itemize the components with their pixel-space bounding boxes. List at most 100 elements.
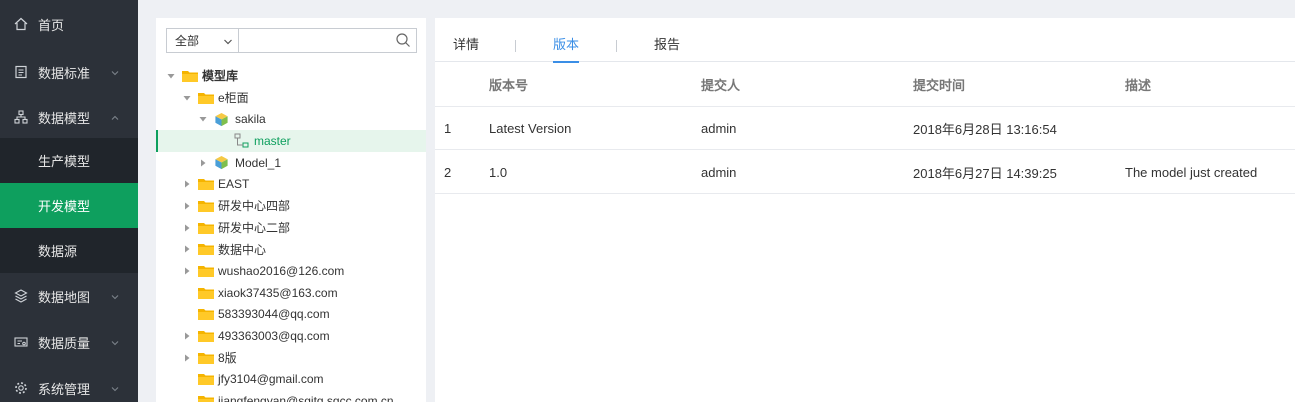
nav-production-model[interactable]: 生产模型 [0, 138, 138, 183]
caret-right-icon[interactable] [182, 266, 192, 276]
tree-node[interactable]: 8版 [156, 347, 426, 369]
header-submit-time: 提交时间 [913, 78, 966, 93]
row-submit-time: 2018年6月28日 13:16:54 [913, 121, 1057, 137]
tree-node[interactable]: jfy3104@gmail.com [156, 369, 426, 391]
row-index: 1 [444, 120, 452, 136]
chevron-down-icon [110, 290, 120, 300]
model-cube-icon [214, 112, 235, 127]
tree-node-label: jfy3104@gmail.com [218, 372, 324, 387]
tree-node-label: 数据中心 [218, 242, 267, 257]
caret-down-icon[interactable] [182, 93, 192, 103]
tree-node[interactable]: e柜面 [156, 87, 426, 109]
tree-node-label: e柜面 [218, 91, 249, 106]
row-submitter: admin [701, 164, 737, 180]
row-submitter: admin [701, 120, 737, 136]
tree-node[interactable]: jiangfengyan@sgitg.sgcc.com.cn [156, 390, 426, 402]
folder-icon [198, 352, 218, 364]
nav-system-management[interactable]: 系统管理 [0, 365, 138, 402]
header-submitter: 提交人 [701, 78, 741, 93]
tree-node[interactable]: wushao2016@126.com [156, 260, 426, 282]
caret-right-icon[interactable] [182, 179, 192, 189]
tree-node[interactable]: EAST [156, 173, 426, 195]
folder-icon [182, 70, 202, 82]
version-content-panel: 详情 版本 报告 版本号 提交人 提交时间 描述 1 Latest Versio… [435, 18, 1295, 402]
chevron-down-icon [223, 36, 233, 46]
caret-right-icon[interactable] [182, 331, 192, 341]
nav-data-source[interactable]: 数据源 [0, 228, 138, 273]
tree-node-label: jiangfengyan@sgitg.sgcc.com.cn [218, 394, 394, 402]
table-row[interactable]: 2 1.0 admin 2018年6月27日 14:39:25 The mode… [435, 151, 1295, 194]
tab-divider [616, 40, 617, 52]
document-icon [14, 65, 28, 79]
row-description: The model just created [1125, 164, 1258, 180]
tree-node-label: master [254, 133, 291, 148]
caret-right-icon[interactable] [198, 158, 208, 168]
header-version: 版本号 [489, 78, 529, 93]
folder-icon [198, 395, 218, 402]
model-tree-panel: 全部 模型库 e柜面 sakila master Model_1 EAST 研发中心四部 研发… [156, 18, 426, 402]
folder-icon [198, 287, 218, 299]
tab-details[interactable]: 详情 [453, 18, 479, 62]
tree-node[interactable]: master [156, 130, 426, 152]
nav-data-standard[interactable]: 数据标准 [0, 48, 138, 96]
nav-data-source-label: 数据源 [38, 244, 78, 259]
caret-right-icon[interactable] [182, 353, 192, 363]
tree-node-label: 研发中心二部 [218, 221, 291, 236]
tree-search-input[interactable] [238, 28, 417, 53]
nav-data-quality-label: 数据质量 [38, 335, 91, 351]
folder-icon [198, 222, 218, 234]
caret-right-icon[interactable] [182, 244, 192, 254]
nav-system-management-label: 系统管理 [38, 381, 91, 397]
tree-node-label: EAST [218, 177, 250, 192]
tree-search-bar: 全部 [166, 28, 417, 53]
tab-report[interactable]: 报告 [654, 18, 680, 62]
nav-home-label: 首页 [38, 17, 65, 33]
nav-data-map-label: 数据地图 [38, 289, 91, 305]
nav-data-standard-label: 数据标准 [38, 65, 91, 81]
tree-node[interactable]: 研发中心二部 [156, 217, 426, 239]
folder-icon [198, 330, 218, 343]
tree-node[interactable]: 数据中心 [156, 239, 426, 261]
tree-node-label: 研发中心四部 [218, 199, 291, 214]
nav-data-map[interactable]: 数据地图 [0, 273, 138, 319]
version-table-header: 版本号 提交人 提交时间 描述 [435, 63, 1295, 107]
nav-data-model[interactable]: 数据模型 [0, 96, 138, 138]
org-chart-icon [14, 110, 28, 124]
tree-node[interactable]: sakila [156, 108, 426, 130]
branch-icon [234, 133, 254, 149]
nav-data-quality[interactable]: 数据质量 [0, 319, 138, 365]
tree-node[interactable]: 583393044@qq.com [156, 304, 426, 326]
model-cube-icon [214, 155, 235, 170]
caret-down-icon[interactable] [166, 71, 176, 81]
home-icon [14, 17, 28, 31]
folder-icon [198, 178, 218, 191]
folder-icon [198, 265, 218, 278]
nav-development-model[interactable]: 开发模型 [0, 183, 138, 228]
model-tree: 模型库 e柜面 sakila master Model_1 EAST 研发中心四部 研发中心二… [156, 65, 426, 402]
folder-icon [198, 373, 218, 386]
scope-select[interactable]: 全部 [166, 28, 238, 53]
tree-node[interactable]: Model_1 [156, 152, 426, 174]
tree-node-label: Model_1 [235, 155, 282, 170]
nav-home[interactable]: 首页 [0, 0, 138, 48]
map-icon [14, 289, 28, 303]
data-model-submenu: 生产模型 开发模型 数据源 [0, 138, 138, 273]
folder-icon [198, 243, 218, 256]
nav-data-model-label: 数据模型 [38, 110, 91, 126]
caret-right-icon[interactable] [182, 201, 192, 211]
table-row[interactable]: 1 Latest Version admin 2018年6月28日 13:16:… [435, 107, 1295, 150]
scope-select-value: 全部 [175, 34, 200, 48]
tree-node[interactable]: 模型库 [156, 65, 426, 87]
search-icon[interactable] [395, 32, 411, 48]
tree-node[interactable]: 493363003@qq.com [156, 325, 426, 347]
caret-right-icon[interactable] [182, 223, 192, 233]
tree-node[interactable]: xiaok37435@163.com [156, 282, 426, 304]
caret-down-icon[interactable] [198, 114, 208, 124]
tree-node[interactable]: 研发中心四部 [156, 195, 426, 217]
tree-node-label: 8版 [218, 351, 237, 366]
row-version: 1.0 [489, 164, 508, 180]
row-submit-time: 2018年6月27日 14:39:25 [913, 165, 1057, 181]
tab-versions[interactable]: 版本 [553, 18, 580, 63]
tree-node-label: sakila [235, 112, 266, 127]
quality-icon [14, 335, 28, 349]
